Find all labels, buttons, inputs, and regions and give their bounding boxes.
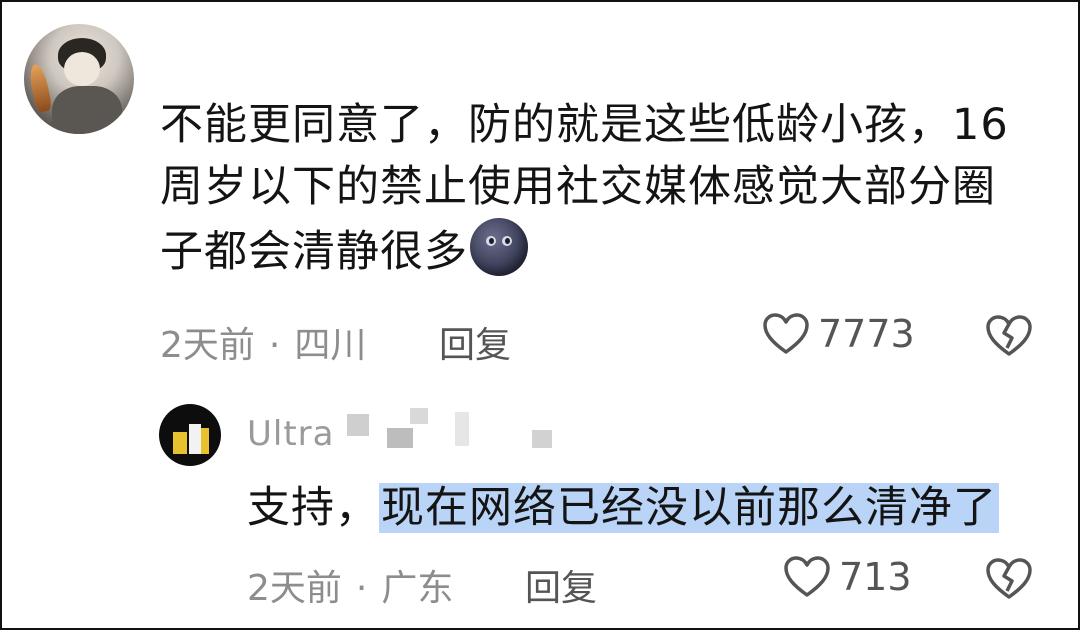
- comment-location: 四川: [294, 325, 367, 366]
- username-blur: [387, 428, 413, 448]
- broken-heart-icon: [985, 315, 1033, 362]
- replier-username[interactable]: Ultra: [247, 414, 334, 454]
- broken-heart-icon: [985, 558, 1033, 605]
- reply-text: 支持，: [247, 483, 379, 533]
- meta-separator: ·: [355, 568, 368, 609]
- comment-meta: 2天前 · 四川: [160, 316, 366, 368]
- reply-time: 2天前: [247, 568, 342, 609]
- comment-like-button[interactable]: 7773: [762, 312, 915, 356]
- heart-icon: [762, 312, 810, 356]
- comment-time: 2天前: [160, 325, 255, 366]
- replier-avatar[interactable]: [159, 404, 221, 466]
- reply-reply-button[interactable]: 回复: [525, 559, 597, 611]
- comment-body: 不能更同意了，防的就是这些低龄小孩，16周岁以下的禁止使用社交媒体感觉大部分圈子…: [160, 94, 1020, 283]
- reply-body: 支持，现在网络已经没以前那么清净了: [247, 480, 999, 536]
- reply-location: 广东: [381, 568, 454, 609]
- username-blur: [410, 408, 428, 424]
- comment-dislike-button[interactable]: [985, 314, 1033, 362]
- heart-icon: [783, 555, 831, 599]
- reply-text-selection[interactable]: 现在网络已经没以前那么清净了: [379, 483, 999, 533]
- new-moon-face-emoji-icon: [470, 218, 528, 276]
- reply-dislike-button[interactable]: [985, 557, 1033, 605]
- commenter-avatar[interactable]: [24, 24, 134, 134]
- comment-text: 不能更同意了，防的就是这些低龄小孩，16周岁以下的禁止使用社交媒体感觉大部分圈子…: [160, 100, 1009, 277]
- comment-reply-button[interactable]: 回复: [439, 316, 511, 368]
- comment-like-count: 7773: [818, 312, 915, 356]
- username-blur: [455, 412, 469, 446]
- username-blur: [347, 414, 369, 436]
- reply-meta: 2天前 · 广东: [247, 559, 453, 611]
- reply-like-count: 713: [839, 555, 912, 599]
- username-blur: [532, 430, 552, 448]
- comment-thread: 不能更同意了，防的就是这些低龄小孩，16周岁以下的禁止使用社交媒体感觉大部分圈子…: [0, 0, 1080, 630]
- meta-separator: ·: [268, 325, 281, 366]
- reply-like-button[interactable]: 713: [783, 555, 912, 599]
